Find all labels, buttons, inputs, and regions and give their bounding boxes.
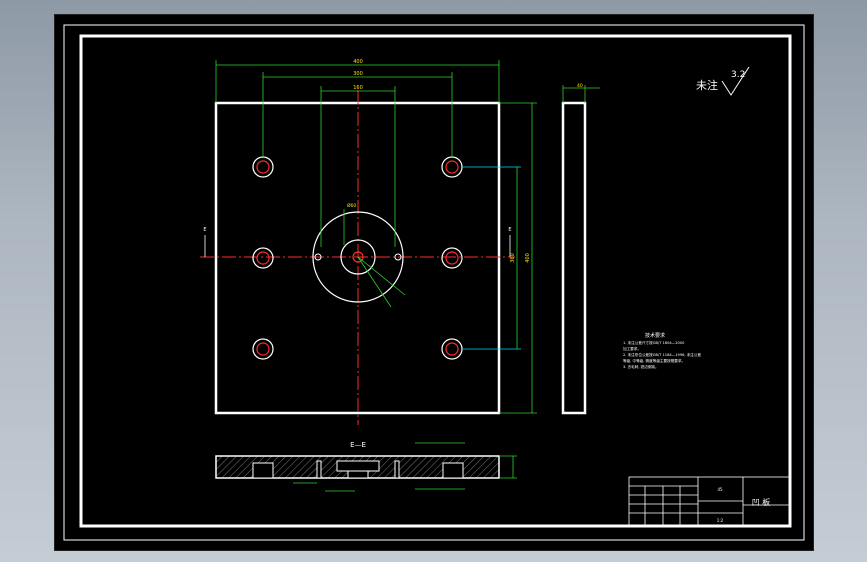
drawing-canvas: 400 300 160 360 400 E E Ø60 40 未注 3.2 技术…	[63, 24, 805, 541]
section-label: E—E	[350, 441, 366, 449]
tech-req-line: 1. 未注公差尺寸按GB/T 1804—2000	[623, 340, 685, 345]
right-dimensions	[499, 102, 537, 414]
side-view	[561, 101, 587, 415]
tech-req-line: 3. 去毛刺, 锐边倒钝。	[623, 364, 659, 369]
dim-height-side: 400	[525, 253, 531, 263]
dim-hole-span-inner: 160	[353, 85, 363, 91]
title-block-scale: 1:2	[717, 518, 724, 523]
tech-req-line: 等级, 中等级, 精度等级主要按照要求。	[623, 358, 685, 363]
roughness-value: 3.2	[731, 70, 745, 80]
title-block-part-name: 凹 板	[752, 497, 771, 507]
dim-height: 360	[510, 253, 516, 263]
roughness-note: 未注	[696, 78, 718, 92]
tech-req-line: 2. 未注形位公差按GB/T 1184—1996, 未注公差	[623, 352, 701, 357]
dim-overall-width: 400	[353, 59, 363, 65]
dim-center-bore: Ø60	[347, 202, 356, 209]
cut-mark-left: E	[203, 227, 206, 233]
inner-frame	[79, 34, 792, 528]
cad-viewport[interactable]: 400 300 160 360 400 E E Ø60 40 未注 3.2 技术…	[54, 14, 814, 551]
cut-mark-right: E	[508, 227, 511, 233]
dim-thickness: 40	[577, 83, 583, 89]
tech-req-line: 加工要求。	[623, 346, 641, 351]
tech-req-heading: 技术要求	[645, 332, 665, 339]
dim-hole-span-outer: 300	[353, 71, 363, 77]
title-block-material: 45	[717, 487, 723, 492]
